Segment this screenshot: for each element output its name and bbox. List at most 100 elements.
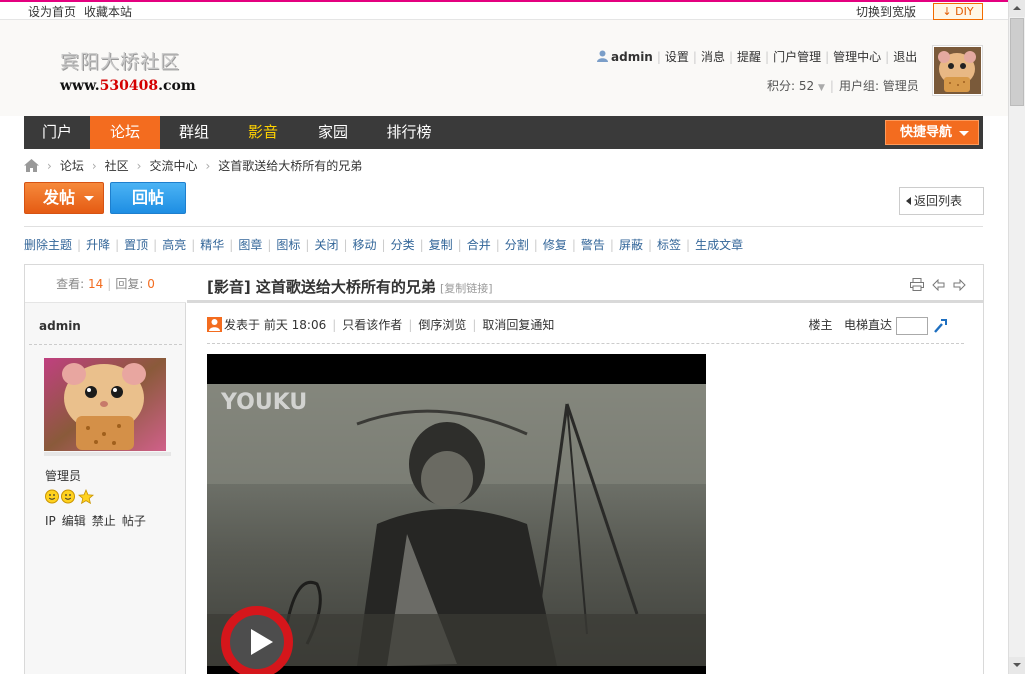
mod-move[interactable]: 移动 (353, 238, 377, 252)
author-name-link[interactable]: admin (39, 319, 81, 333)
logo-url-prefix: www. (60, 78, 100, 94)
user-meta: 积分: 52 ▼ | 用户组: 管理员 (767, 79, 919, 93)
mod-tags[interactable]: 标签 (657, 238, 681, 252)
nav-item-rankings[interactable]: 排行榜 (368, 116, 450, 149)
youku-watermark: YOUKU (221, 390, 308, 415)
mod-highlight[interactable]: 高亮 (162, 238, 186, 252)
scroll-thumb[interactable] (1010, 18, 1024, 106)
nav-item-media[interactable]: 影音 (228, 116, 298, 149)
author-group-link[interactable]: 管理员 (45, 467, 81, 484)
floor-controls: 楼主 电梯直达 (809, 316, 948, 335)
portal-admin-link[interactable]: 门户管理 (773, 50, 821, 64)
admin-center-link[interactable]: 管理中心 (833, 50, 881, 64)
next-thread-icon[interactable] (953, 278, 966, 292)
views-count: 14 (88, 277, 104, 291)
user-icon (597, 50, 608, 62)
new-post-label: 发帖 (43, 188, 76, 207)
scroll-down-arrow[interactable] (1009, 657, 1025, 674)
header-avatar[interactable] (932, 45, 983, 96)
switch-wide-link[interactable]: 切换到宽版 (856, 3, 916, 20)
jump-go-icon[interactable] (932, 318, 948, 334)
thread-stats: 查看: 14 | 回复: 0 (25, 265, 186, 303)
mod-close[interactable]: 关闭 (314, 238, 338, 252)
previous-thread-icon[interactable] (932, 278, 945, 292)
copy-link-button[interactable]: [复制链接] (440, 282, 493, 295)
replies-count: 0 (147, 277, 155, 291)
play-icon (251, 629, 273, 655)
only-author-link[interactable]: 只看该作者 (342, 318, 402, 332)
username-link[interactable]: admin (611, 50, 653, 64)
mod-bump[interactable]: 升降 (86, 238, 110, 252)
reminders-link[interactable]: 提醒 (737, 50, 761, 64)
thread-title-row: [影音] 这首歌送给大桥所有的兄弟 [复制链接] (187, 265, 984, 303)
mod-copy[interactable]: 复制 (429, 238, 453, 252)
thread-post: 查看: 14 | 回复: 0 admin 管理员 IP 编辑 禁止 帖子 [影音… (24, 264, 984, 674)
site-header: 宾阳大桥社区 www.530408.com admin | 设置 | 消息 | 提醒 | 门户管… (0, 20, 1008, 116)
views-label: 查看: (56, 277, 85, 291)
settings-link[interactable]: 设置 (665, 50, 689, 64)
mod-category[interactable]: 分类 (391, 238, 415, 252)
author-sidebar: 查看: 14 | 回复: 0 admin 管理员 IP 编辑 禁止 帖子 (25, 265, 186, 674)
site-logo[interactable]: 宾阳大桥社区 (60, 47, 180, 74)
set-homepage-link[interactable]: 设为首页 (28, 5, 76, 19)
video-player[interactable]: YOUKU (207, 354, 706, 674)
arrow-left-icon (906, 197, 911, 205)
diy-label: DIY (955, 5, 974, 18)
points-label: 积分: 52 (767, 79, 815, 93)
nav-item-forum[interactable]: 论坛 (90, 116, 160, 149)
mod-icon[interactable]: 图标 (276, 238, 300, 252)
replies-label: 回复: (115, 277, 144, 291)
breadcrumb-forum[interactable]: 论坛 (60, 159, 84, 173)
caret-down-icon (959, 131, 969, 136)
user-menu: admin | 设置 | 消息 | 提醒 | 门户管理 | 管理中心 | 退出 (597, 48, 917, 65)
posted-prefix: 发表于 (224, 318, 261, 332)
scroll-up-arrow[interactable] (1009, 0, 1025, 17)
main-nav: 门户 论坛 群组 影音 家园 排行榜 快捷导航 (24, 116, 983, 149)
moderation-toolbar: 删除主题 | 升降 | 置顶 | 高亮 | 精华 | 图章 | 图标 | 关闭 | 移动 | 分类 | 复制 | 合并 | 分割… (24, 226, 983, 263)
breadcrumb-exchange-center[interactable]: 交流中心 (149, 159, 197, 173)
quick-nav-button[interactable]: 快捷导航 (885, 120, 979, 145)
nav-item-groups[interactable]: 群组 (160, 116, 228, 149)
title-tools (906, 278, 966, 294)
points-dropdown[interactable]: 积分: 52 ▼ (767, 79, 825, 93)
author-ban-link[interactable]: 禁止 (92, 514, 116, 528)
nav-item-portal[interactable]: 门户 (24, 116, 90, 149)
mod-repair[interactable]: 修复 (543, 238, 567, 252)
reply-button[interactable]: 回帖 (110, 182, 186, 214)
mod-merge[interactable]: 合并 (467, 238, 491, 252)
breadcrumb-community[interactable]: 社区 (105, 159, 129, 173)
reverse-order-link[interactable]: 倒序浏览 (418, 318, 466, 332)
mod-delete-thread[interactable]: 删除主题 (24, 238, 72, 252)
author-posts-link[interactable]: 帖子 (122, 514, 146, 528)
page-scrollbar[interactable] (1008, 0, 1025, 674)
home-icon[interactable] (24, 159, 39, 172)
author-avatar[interactable] (44, 358, 166, 451)
mod-sticky[interactable]: 置顶 (124, 238, 148, 252)
new-post-button[interactable]: 发帖 (24, 182, 104, 214)
mod-split[interactable]: 分割 (505, 238, 529, 252)
post-main: [影音] 这首歌送给大桥所有的兄弟 [复制链接] 发表于 前天 18:06 | 只看该… (187, 265, 984, 674)
hamster-avatar-image (934, 47, 981, 94)
mod-warn[interactable]: 警告 (581, 238, 605, 252)
logout-link[interactable]: 退出 (893, 50, 917, 64)
messages-link[interactable]: 消息 (701, 50, 725, 64)
print-icon[interactable] (910, 278, 925, 291)
play-button[interactable] (221, 606, 293, 674)
author-ip-link[interactable]: IP (45, 514, 56, 528)
author-edit-link[interactable]: 编辑 (62, 514, 86, 528)
mod-stamp[interactable]: 图章 (238, 238, 262, 252)
bookmark-link[interactable]: 收藏本站 (84, 5, 132, 19)
diy-button[interactable]: ↓ DIY (933, 3, 983, 20)
back-to-list-button[interactable]: 返回列表 (899, 187, 984, 215)
mod-block[interactable]: 屏蔽 (619, 238, 643, 252)
floor-jump-input[interactable] (896, 316, 928, 335)
mod-digest[interactable]: 精华 (200, 238, 224, 252)
nav-item-home[interactable]: 家园 (298, 116, 368, 149)
breadcrumb-thread[interactable]: 这首歌送给大桥所有的兄弟 (218, 159, 362, 173)
poster-icon (207, 317, 222, 332)
avatar-underline (44, 452, 171, 456)
cancel-notify-link[interactable]: 取消回复通知 (482, 318, 554, 332)
floor-label: 楼主 (808, 318, 833, 332)
top-left-links: 设为首页 收藏本站 (28, 3, 140, 20)
mod-generate-article[interactable]: 生成文章 (695, 238, 743, 252)
